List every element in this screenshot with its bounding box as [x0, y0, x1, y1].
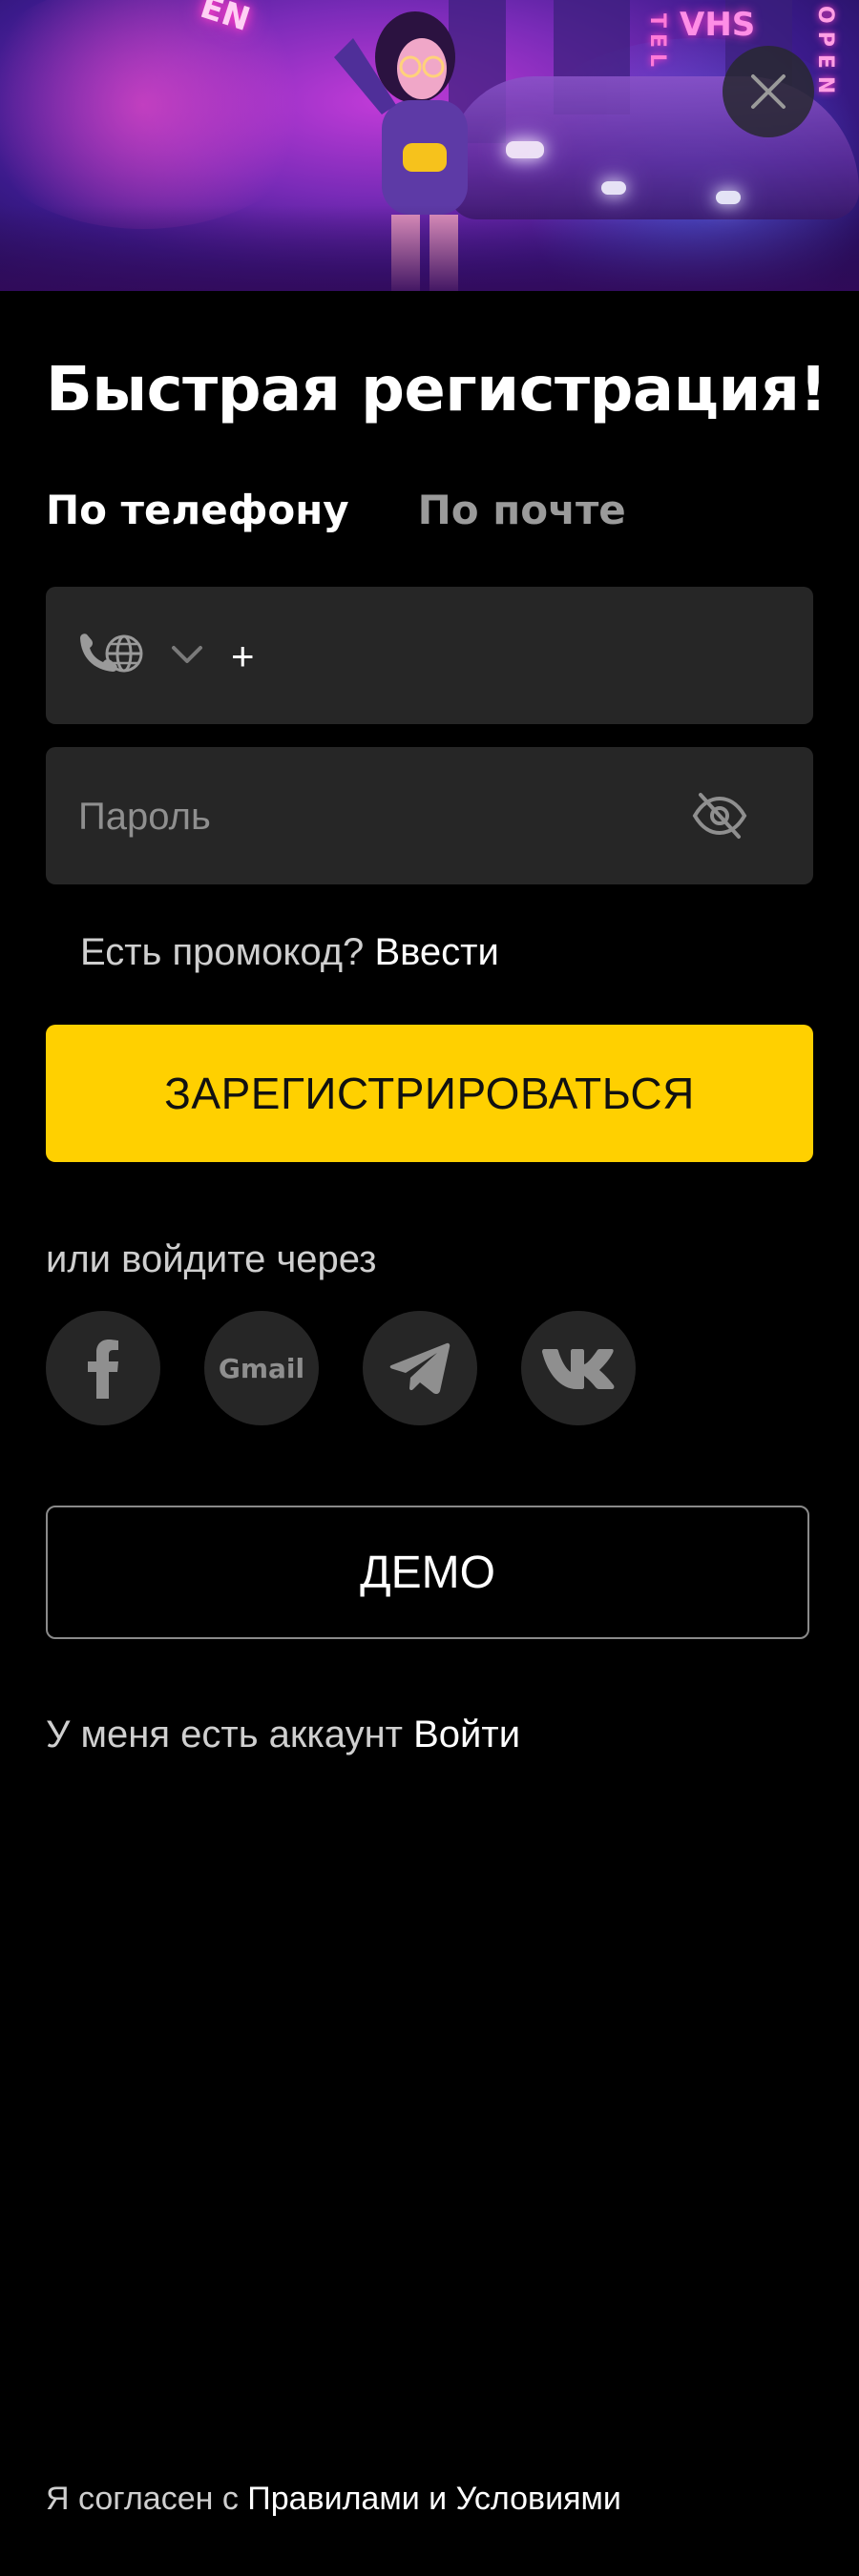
vk-login-button[interactable]: [521, 1311, 636, 1425]
page-title: Быстрая регистрация!: [46, 355, 828, 426]
demo-button[interactable]: ДЕМО: [46, 1506, 809, 1639]
gmail-login-button[interactable]: Gmail: [204, 1311, 319, 1425]
password-input[interactable]: [76, 785, 691, 848]
register-button[interactable]: ЗАРЕГИСТРИРОВАТЬСЯ: [46, 1025, 813, 1162]
banner-floor: [0, 205, 859, 291]
facebook-login-button[interactable]: [46, 1311, 160, 1425]
social-login-buttons: Gmail: [46, 1311, 636, 1425]
have-account-row: У меня есть аккаунт Войти: [46, 1714, 520, 1756]
telegram-login-button[interactable]: [363, 1311, 477, 1425]
password-field: [46, 747, 813, 884]
tab-email[interactable]: По почте: [418, 487, 626, 533]
terms-row: Я согласен с Правилами и Условиями: [46, 2481, 621, 2518]
car-headlight: [716, 191, 741, 204]
close-button[interactable]: [723, 46, 814, 137]
eye-off-icon[interactable]: [691, 791, 748, 841]
phone-input[interactable]: [229, 625, 786, 688]
login-link[interactable]: Войти: [413, 1714, 520, 1755]
car-headlight: [601, 181, 626, 195]
registration-tabs: По телефону По почте: [46, 487, 626, 533]
banner-glow-left: [0, 0, 325, 229]
close-icon: [751, 74, 786, 109]
facebook-icon: [88, 1340, 118, 1399]
terms-prefix: Я согласен с: [46, 2481, 239, 2517]
tab-phone[interactable]: По телефону: [46, 487, 349, 533]
have-account-text: У меня есть аккаунт: [46, 1714, 403, 1755]
phone-field: [46, 587, 813, 724]
terms-link[interactable]: Правилами и Условиями: [247, 2481, 621, 2517]
chevron-down-icon[interactable]: [168, 640, 206, 669]
vk-icon: [542, 1349, 615, 1389]
telegram-icon: [389, 1342, 450, 1395]
promo-question: Есть промокод?: [80, 931, 365, 973]
neon-sign: VHS: [680, 6, 756, 44]
promo-enter-link[interactable]: Ввести: [374, 931, 498, 973]
promo-banner: EN TEL VHS OPEN: [0, 0, 859, 291]
gmail-icon: Gmail: [218, 1352, 305, 1384]
social-login-label: или войдите через: [46, 1238, 377, 1280]
promo-code-row: Есть промокод? Ввести: [80, 931, 499, 974]
phone-globe-icon[interactable]: [73, 629, 149, 682]
neon-sign: OPEN: [813, 6, 837, 102]
neon-sign: TEL: [645, 13, 669, 73]
